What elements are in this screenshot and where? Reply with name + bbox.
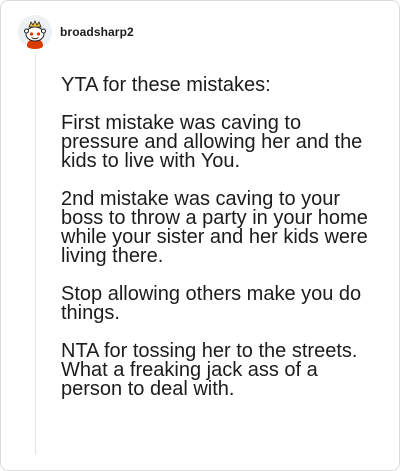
comment-paragraph: Stop allowing others make you do things. xyxy=(61,283,362,324)
comment-paragraph: NTA for tossing her to the streets. What… xyxy=(61,340,358,400)
snoo-avatar-icon xyxy=(18,15,52,49)
comment-body: YTA for these mistakes: First mistake wa… xyxy=(61,74,381,400)
comment-header: broadsharp2 xyxy=(18,14,134,50)
comment-paragraph: YTA for these mistakes: xyxy=(61,74,271,96)
comment-paragraph: 2nd mistake was caving to your boss to t… xyxy=(61,188,368,267)
comment-paragraph: First mistake was caving to pressure and… xyxy=(61,112,363,172)
avatar[interactable] xyxy=(18,15,52,49)
thread-line[interactable] xyxy=(35,54,36,454)
username[interactable]: broadsharp2 xyxy=(60,25,134,39)
